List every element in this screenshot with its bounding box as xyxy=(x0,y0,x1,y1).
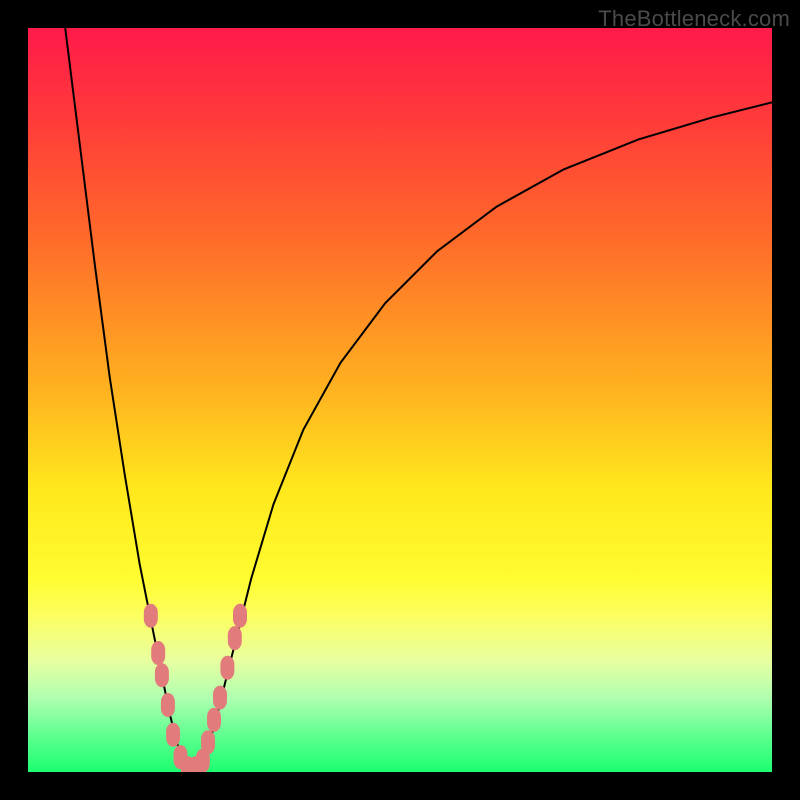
curve-marker xyxy=(207,708,221,732)
curve-marker xyxy=(161,693,175,717)
curve-marker xyxy=(220,656,234,680)
curve-marker xyxy=(201,730,215,754)
plot-area xyxy=(28,28,772,772)
chart-frame: TheBottleneck.com xyxy=(0,0,800,800)
bottleneck-curve xyxy=(65,28,772,772)
curve-marker xyxy=(233,604,247,628)
curve-marker xyxy=(213,686,227,710)
curve-marker xyxy=(166,723,180,747)
curve-marker xyxy=(228,626,242,650)
curve-marker xyxy=(144,604,158,628)
marker-cluster xyxy=(144,604,247,772)
curve-marker xyxy=(151,641,165,665)
curve-marker xyxy=(155,663,169,687)
bottleneck-curve-svg xyxy=(28,28,772,772)
